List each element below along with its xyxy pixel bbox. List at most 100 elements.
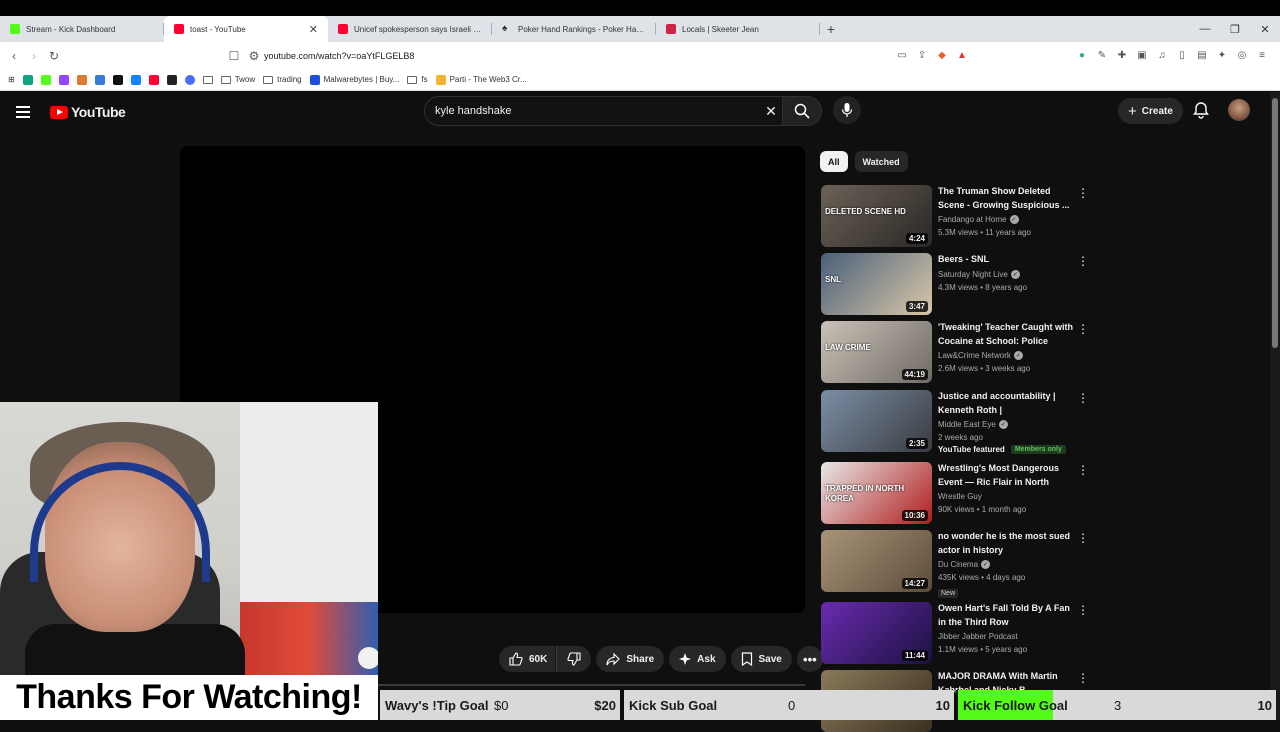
chip-watched[interactable]: Watched [854,151,908,172]
browser-tab[interactable]: ♠ Poker Hand Rankings - Poker Hands [492,16,656,42]
search-box[interactable]: kyle handshake ✕ [424,96,786,126]
browser-tab[interactable]: Locals | Skeeter Jean [656,16,820,42]
more-options-icon[interactable]: ⋮ [1077,187,1089,199]
related-video-item[interactable]: LAW CRIME 44:19 'Tweaking' Teacher Caught … [821,321,1091,383]
more-options-icon[interactable]: ⋮ [1077,323,1089,335]
bookmark-folder[interactable]: fs [407,75,428,84]
video-title[interactable]: Beers - SNL [938,253,1074,267]
restore-icon[interactable]: ❐ [1220,23,1250,36]
bookmark-app-icon[interactable] [184,74,195,85]
bookmark-link[interactable]: Malwarebytes | Buy... [309,74,399,85]
puzzle-icon[interactable]: ✚ [1116,50,1128,61]
url-field[interactable]: youtube.com/watch?v=oaYtFLGELB8 [264,45,896,67]
channel-name[interactable]: Law&Crime Network ✓ [938,351,1074,360]
youtube-logo[interactable]: YouTube [50,104,126,120]
bookmark-app-icon[interactable] [76,74,87,85]
back-icon[interactable]: ‹ [4,49,24,63]
brave-rewards-icon[interactable]: ▲ [956,50,968,61]
related-video-item[interactable]: 14:27 no wonder he is the most sued actor… [821,530,1091,598]
wallet-icon[interactable]: ▤ [1196,50,1208,61]
bookmark-folder[interactable]: Twow [220,75,255,84]
video-title[interactable]: Owen Hart's Fall Told By A Fan in the Th… [938,602,1074,629]
video-title[interactable]: Justice and accountability | Kenneth Rot… [938,390,1074,417]
more-options-icon[interactable]: ⋮ [1077,672,1089,684]
more-options-icon[interactable]: ⋮ [1077,604,1089,616]
voice-search-button[interactable] [833,96,861,124]
channel-name[interactable]: Jibber Jabber Podcast [938,632,1074,641]
share-button[interactable]: Share [596,646,665,672]
channel-name[interactable]: Saturday Night Live ✓ [938,269,1074,279]
ask-button[interactable]: Ask [669,646,726,672]
media-icon[interactable]: ♫ [1156,50,1168,61]
bluesky-bookmark-icon[interactable] [130,74,141,85]
channel-name[interactable]: Middle East Eye ✓ [938,420,1074,429]
browser-tab[interactable]: Stream - Kick Dashboard [0,16,164,42]
search-input[interactable]: kyle handshake [435,105,756,117]
channel-name[interactable]: Wrestle Guy [938,492,1074,501]
related-video-item[interactable]: SNL 3:47 Beers - SNL Saturday Night Live ✓ 4.… [821,253,1091,315]
save-button[interactable]: Save [730,646,792,672]
dislike-button[interactable] [556,646,592,672]
extension-green-icon[interactable]: ● [1076,50,1088,61]
chip-all[interactable]: All [820,151,848,172]
video-title[interactable]: 'Tweaking' Teacher Caught with Cocaine a… [938,321,1074,348]
browser-tab-active[interactable]: toast - YouTube ✕ [164,16,328,42]
more-options-icon[interactable]: ⋮ [1077,532,1089,544]
guide-menu-icon[interactable] [16,106,40,118]
x-bookmark-icon[interactable] [112,74,123,85]
cast-icon[interactable]: ▭ [896,50,908,61]
bookmark-link[interactable]: Parti - The Web3 Cr... [435,74,527,85]
channel-name[interactable]: Du Cinema ✓ [938,560,1074,569]
bookmark-folder[interactable]: trading [263,75,302,84]
site-info-icon[interactable]: ⚙ [244,49,264,63]
video-title[interactable]: Wrestling's Most Dangerous Event — Ric F… [938,462,1074,489]
share-page-icon[interactable]: ⇪ [916,50,928,61]
video-thumbnail[interactable]: TRAPPED IN NORTH KOREA 10:36 [821,462,932,524]
scrollbar-thumb[interactable] [1272,98,1278,348]
video-thumbnail[interactable]: 11:44 [821,602,932,664]
youtube-bookmark-icon[interactable] [148,74,159,85]
bookmark-app-icon[interactable] [22,74,33,85]
sidebar-icon[interactable]: ▯ [1176,50,1188,61]
avatar[interactable] [1228,99,1250,121]
close-window-icon[interactable]: ✕ [1250,23,1280,36]
related-video-item[interactable]: 11:44 Owen Hart's Fall Told By A Fan in t… [821,602,1091,664]
related-video-item[interactable]: TRAPPED IN NORTH KOREA 10:36 Wrestling's M… [821,462,1091,524]
more-options-icon[interactable]: ⋮ [1077,392,1089,404]
forward-icon[interactable]: › [24,49,44,63]
video-thumbnail[interactable]: SNL 3:47 [821,253,932,315]
channel-name[interactable]: Fandango at Home ✓ [938,215,1074,224]
brave-shield-icon[interactable]: ◆ [936,50,948,61]
video-title[interactable]: The Truman Show Deleted Scene - Growing … [938,185,1074,212]
apps-icon[interactable]: ⊞ [8,75,15,84]
new-tab-icon[interactable]: + [820,21,842,37]
kick-bookmark-icon[interactable] [40,74,51,85]
notifications-bell-icon[interactable] [1192,101,1210,119]
bookmark-icon[interactable]: ☐ [224,49,244,63]
bookmark-app-icon[interactable] [166,74,177,85]
vpn-icon[interactable]: ◎ [1236,50,1248,61]
extension-icon[interactable]: ✎ [1096,50,1108,61]
video-title[interactable]: no wonder he is the most sued actor in h… [938,530,1074,557]
video-thumbnail[interactable]: LAW CRIME 44:19 [821,321,932,383]
related-video-item[interactable]: 2:35 Justice and accountability | Kenneth… [821,390,1091,454]
more-options-icon[interactable]: ⋮ [1077,255,1089,267]
bookmark-app-icon[interactable] [94,74,105,85]
like-button[interactable]: 60K [499,646,556,672]
more-actions-icon[interactable]: ••• [796,646,823,672]
leo-ai-icon[interactable]: ✦ [1216,50,1228,61]
search-button[interactable] [782,96,822,126]
video-thumbnail[interactable]: 2:35 [821,390,932,452]
twitch-bookmark-icon[interactable] [58,74,69,85]
browser-tab[interactable]: Unicef spokesperson says Israeli qua [328,16,492,42]
close-tab-icon[interactable]: ✕ [309,23,318,36]
video-thumbnail[interactable]: DELETED SCENE HD 4:24 [821,185,932,247]
page-scrollbar[interactable] [1270,92,1280,720]
menu-icon[interactable]: ≡ [1256,50,1268,61]
related-video-item[interactable]: DELETED SCENE HD 4:24 The Truman Show Dele… [821,185,1091,247]
video-thumbnail[interactable]: 14:27 [821,530,932,592]
bookmark-folder[interactable] [202,75,213,84]
create-button[interactable]: + Create [1118,98,1183,124]
reload-icon[interactable]: ↻ [44,49,64,63]
more-options-icon[interactable]: ⋮ [1077,464,1089,476]
